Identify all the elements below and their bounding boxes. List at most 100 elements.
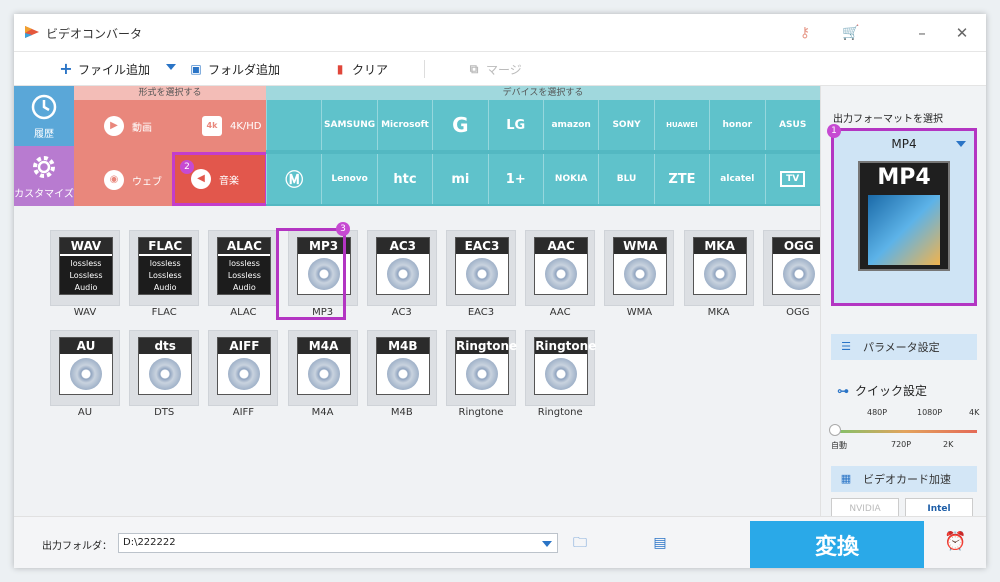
add-folder-button[interactable]: ▣ フォルダ追加: [188, 60, 280, 78]
audio-format-ringtone-tile[interactable]: Ringtone Ringtone: [446, 330, 517, 424]
device-nokia[interactable]: NOKIA: [542, 154, 599, 204]
format-icon-box: Ringtone: [446, 330, 517, 406]
output-format-image-text: MP4: [877, 165, 931, 190]
merge-label: マージ: [486, 62, 522, 77]
format-badge-text: AAC: [535, 238, 588, 254]
gear-icon: [33, 156, 55, 178]
device-header-text: デバイスを選択する: [502, 88, 584, 98]
format-icon-box: ALAC lossless Lossless Audio: [208, 230, 279, 306]
add-file-dropdown-icon[interactable]: [166, 64, 176, 70]
audio-format-aac-tile[interactable]: AAC AAC: [525, 230, 596, 324]
audio-format-m4b-tile[interactable]: M4B M4B: [366, 330, 437, 424]
format-icon-box: WMA: [604, 230, 675, 306]
alcatel-logo: alcatel: [720, 174, 755, 184]
step-1-marker: 1: [827, 124, 841, 138]
format-web[interactable]: ◉ ウェブ: [104, 170, 162, 190]
audio-format-mp3-tile[interactable]: MP3 MP3: [287, 230, 358, 324]
format-label: MKA: [707, 307, 730, 318]
open-folder-icon[interactable]: 🗀: [570, 535, 590, 551]
format-label: AIFF: [232, 407, 255, 418]
device-motorola[interactable]: Ⓜ: [266, 154, 322, 204]
device-sony[interactable]: SONY: [598, 100, 654, 150]
device-asus[interactable]: ASUS: [764, 100, 820, 150]
format-icon-box: AIFF: [208, 330, 279, 406]
app-window: ビデオコンバータ ⚷ 🛒 – ✕ + ファイル追加 ▣ フォルダ追加 ▮ クリア…: [14, 14, 986, 568]
audio-format-ringtone-tile[interactable]: Ringtone Ringtone: [525, 330, 596, 424]
device-huawei[interactable]: HUAWEI: [653, 100, 710, 150]
device-xiaomi[interactable]: mi: [432, 154, 488, 204]
format-video[interactable]: ▶ 動画: [104, 116, 152, 136]
device-lenovo[interactable]: Lenovo: [321, 154, 377, 204]
device-oneplus[interactable]: 1+: [487, 154, 543, 204]
parameter-settings-button[interactable]: ☰ パラメータ設定: [831, 334, 977, 360]
alarm-clock-icon[interactable]: ⏰: [944, 531, 966, 553]
format-badge-text: AU: [60, 338, 112, 354]
device-htc[interactable]: htc: [376, 154, 433, 204]
output-folder-dropdown-icon[interactable]: [542, 541, 552, 547]
device-alcatel[interactable]: alcatel: [709, 154, 765, 204]
convert-button[interactable]: 変換: [750, 521, 924, 568]
audio-format-mka-tile[interactable]: MKA MKA: [683, 230, 754, 324]
output-format-dropdown-icon[interactable]: [956, 141, 966, 147]
quick-settings-label: クイック設定: [855, 384, 928, 398]
format-4k[interactable]: 4k 4K/HD: [202, 116, 262, 136]
audio-format-aiff-tile[interactable]: AIFF AIFF: [208, 330, 279, 424]
audio-format-m4a-tile[interactable]: M4A M4A: [287, 330, 358, 424]
format-web-label: ウェブ: [132, 176, 162, 188]
device-tv[interactable]: TV: [764, 154, 820, 204]
quick-settings-title: ⊶ クイック設定: [837, 382, 927, 399]
device-zte[interactable]: ZTE: [653, 154, 710, 204]
add-file-button[interactable]: + ファイル追加: [58, 60, 150, 78]
audio-format-ac3-tile[interactable]: AC3 AC3: [366, 230, 437, 324]
format-badge-icon: Ringtone: [534, 337, 596, 395]
gpu-acceleration-button[interactable]: ▦ ビデオカード加速: [831, 466, 977, 492]
quality-slider-thumb[interactable]: [829, 424, 841, 436]
format-badge-icon: Ringtone: [455, 337, 517, 395]
output-folder-input[interactable]: D:\222222: [118, 533, 558, 553]
device-honor[interactable]: honor: [709, 100, 765, 150]
media-folder-icon[interactable]: ▤: [650, 535, 670, 551]
format-badge-text: EAC3: [456, 238, 508, 254]
play-icon: ▶: [104, 116, 124, 136]
device-amazon[interactable]: amazon: [542, 100, 599, 150]
category-panel: 履歴 カスタマイズ 形式を選択する ▶ 動画 4k 4K/HD ◉ ウェブ ◀ …: [14, 86, 820, 206]
format-icon-box: AC3: [366, 230, 437, 306]
audio-format-wav-tile[interactable]: WAV lossless Lossless Audio WAV: [50, 230, 120, 324]
device-samsung[interactable]: SAMSUNG: [321, 100, 377, 150]
format-badge-icon: EAC3: [455, 237, 509, 295]
device-microsoft[interactable]: Microsoft: [376, 100, 433, 150]
output-format-card[interactable]: MP4 MP4: [831, 128, 977, 306]
format-icon-box: AU: [50, 330, 120, 406]
close-button[interactable]: ✕: [950, 22, 974, 44]
device-google[interactable]: G: [432, 100, 488, 150]
format-badge-icon: AAC: [534, 237, 589, 295]
blu-logo: BLU: [616, 174, 637, 184]
convert-label: 変換: [814, 535, 859, 560]
device-apple[interactable]: [266, 100, 322, 150]
format-badge-text: AC3: [376, 238, 429, 254]
audio-format-flac-tile[interactable]: FLAC lossless Lossless Audio FLAC: [129, 230, 200, 324]
audio-format-dts-tile[interactable]: dts DTS: [129, 330, 200, 424]
key-icon[interactable]: ⚷: [794, 22, 816, 44]
output-panel: 出力フォーマットを選択 1 MP4 MP4 ☰ パラメータ設定 ⊶ クイック設定…: [820, 86, 986, 520]
quality-slider-track[interactable]: [833, 430, 977, 433]
format-icon-box: dts: [129, 330, 200, 406]
audio-format-wma-tile[interactable]: WMA WMA: [604, 230, 675, 324]
audio-format-alac-tile[interactable]: ALAC lossless Lossless Audio ALAC: [208, 230, 279, 324]
step-3-marker: 3: [336, 222, 350, 236]
merge-button[interactable]: ⧉ マージ: [466, 60, 522, 78]
cart-icon[interactable]: 🛒: [840, 22, 862, 44]
format-header: 形式を選択する: [74, 86, 266, 100]
nokia-logo: NOKIA: [554, 174, 588, 184]
device-lg[interactable]: LG: [487, 100, 543, 150]
device-blu[interactable]: BLU: [598, 154, 654, 204]
format-badge-icon: M4B: [375, 337, 430, 395]
minimize-button[interactable]: –: [910, 22, 934, 44]
audio-format-au-tile[interactable]: AU AU: [50, 330, 120, 424]
format-label: M4B: [390, 407, 413, 418]
audio-format-eac3-tile[interactable]: EAC3 EAC3: [446, 230, 516, 324]
format-icon-box: FLAC lossless Lossless Audio: [129, 230, 200, 306]
clear-button[interactable]: ▮ クリア: [332, 60, 388, 78]
sidebar-custom[interactable]: カスタマイズ: [14, 146, 74, 206]
sidebar-history[interactable]: 履歴: [14, 86, 74, 146]
